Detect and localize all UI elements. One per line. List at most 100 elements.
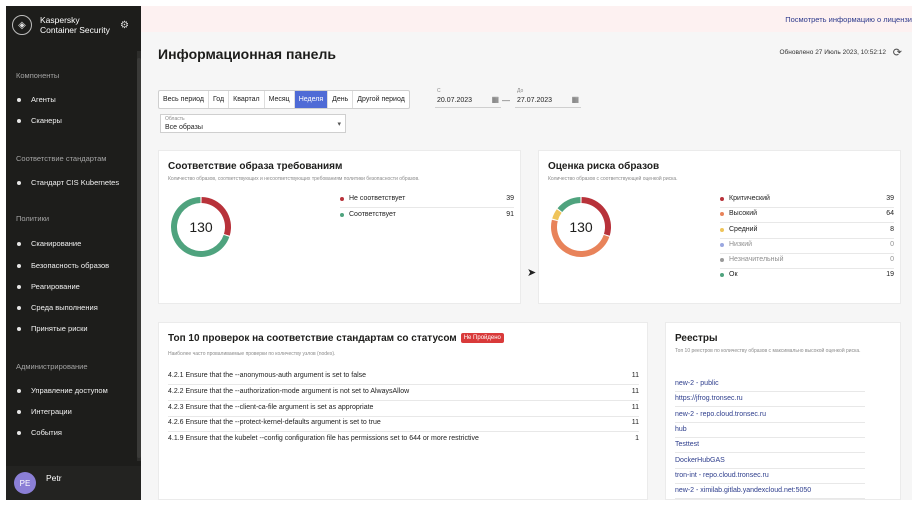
registries-subtitle: Топ 10 реестров по количеству образов с … [675,348,861,354]
registries-card: Реестры Топ 10 реестров по количеству об… [665,322,901,500]
registry-link[interactable]: new-2 - ximilab.gitlab.yandexcloud.net:5… [675,487,865,494]
brand[interactable]: ◈ Kaspersky Container Security ⚙ [6,6,141,44]
bullet-icon [17,409,21,414]
divider [168,384,639,385]
date-to-label: До [517,88,524,94]
check-text: 4.2.1 Ensure that the --anonymous-auth a… [168,372,367,379]
date-separator: — [502,96,510,105]
brand-name: Kaspersky Container Security [40,15,114,35]
donut-segment [552,209,562,221]
bullet-icon [17,430,21,435]
legend-value: 8 [890,226,894,233]
period-day[interactable]: День [328,91,354,108]
legend-value: 0 [890,256,894,263]
settings-icon[interactable]: ⚙ [120,20,129,31]
risk-card: Оценка риска образов Количество образов … [538,150,901,304]
legend-label: Ок [729,271,738,278]
sidebar-item-response[interactable]: Реагирование [17,282,80,291]
legend-label: Соответствует [349,211,396,218]
user-profile[interactable]: PE Petr [6,466,141,500]
dot-icon [720,211,724,216]
registry-link[interactable]: tron-int - repo.cloud.tronsec.ru [675,472,865,479]
period-all[interactable]: Весь период [159,91,209,108]
mouse-cursor-icon: ➤ [527,267,537,279]
period-custom[interactable]: Другой период [353,91,409,108]
legend-label: Незначительный [729,256,784,263]
registry-link[interactable]: https://jfrog.tronsec.ru [675,395,865,402]
dot-icon [720,242,724,247]
registry-link[interactable]: new-2 - repo.cloud.tronsec.ru [675,411,865,418]
license-banner: Посмотреть информацию о лицензи [141,6,912,32]
bullet-icon [17,263,21,268]
scope-select[interactable]: Область Все образы ▾ [160,114,346,133]
dot-icon [720,257,724,262]
refresh-icon[interactable]: ⟳ [893,46,902,59]
sidebar-item-integrations[interactable]: Интеграции [17,407,72,416]
brand-line2: Container Security [40,25,110,35]
registry-link[interactable]: DockerHubGAS [675,457,865,464]
legend-value: 91 [506,211,514,218]
sidebar-item-accepted-risks[interactable]: Принятые риски [17,324,88,333]
calendar-icon[interactable]: ▦ [571,95,579,104]
check-count: 11 [631,404,639,411]
legend-label: Критический [729,195,770,202]
sidebar-item-label: Сканирование [31,239,82,248]
sidebar-item-agents[interactable]: Агенты [17,95,56,104]
risk-legend-row: Средний 8 [720,226,894,233]
table-row[interactable]: 4.2.3 Ensure that the --client-ca-file a… [168,404,639,411]
license-link[interactable]: Посмотреть информацию о лицензи [785,15,912,24]
risk-legend-row: Низкий 0 [720,241,894,248]
table-row[interactable]: 4.2.6 Ensure that the --protect-kernel-d… [168,419,639,426]
check-text: 4.2.2 Ensure that the --authorization-mo… [168,388,410,395]
divider [720,222,894,223]
section-title-policies: Политики [16,214,50,223]
bullet-icon [17,241,21,246]
date-from-field[interactable]: С 20.07.2023 ▦ [435,88,501,108]
risk-legend-row: Незначительный 0 [720,256,894,263]
registry-link[interactable]: hub [675,426,865,433]
sidebar-item-cis[interactable]: Стандарт CIS Kubernetes [17,178,119,187]
risk-subtitle: Количество образов с соответствующей оце… [548,176,678,182]
calendar-icon[interactable]: ▦ [491,95,499,104]
donut-segment [557,197,581,213]
scope-value: Все образы [165,124,203,131]
main-content: Посмотреть информацию о лицензи Информац… [141,6,912,500]
sidebar-item-label: Безопасность образов [31,261,110,270]
period-quarter[interactable]: Квартал [229,91,265,108]
sidebar-item-label: Агенты [31,95,56,104]
registry-link[interactable]: new-2 - public [675,380,865,387]
check-text: 4.2.6 Ensure that the --protect-kernel-d… [168,419,381,426]
period-year[interactable]: Год [209,91,230,108]
divider [675,452,865,454]
period-week[interactable]: Неделя [294,91,329,108]
sidebar-item-label: Управление доступом [31,386,108,395]
sidebar-item-label: Среда выполнения [31,303,98,312]
compliance-donut-chart: 130 [171,197,231,257]
registry-link[interactable]: Testtest [675,441,865,448]
divider [675,421,865,423]
section-title-admin: Администрирование [16,362,88,371]
table-row[interactable]: 4.1.9 Ensure that the kubelet --config c… [168,435,639,442]
divider [168,400,639,401]
table-row[interactable]: 4.2.2 Ensure that the --authorization-mo… [168,388,639,395]
sidebar-item-label: Реагирование [31,282,80,291]
sidebar-item-scanning[interactable]: Сканирование [17,239,81,248]
sidebar-item-scanners[interactable]: Сканеры [17,116,62,125]
sidebar-item-image-security[interactable]: Безопасность образов [17,261,109,270]
sidebar-item-events[interactable]: События [17,428,62,437]
bullet-icon [17,305,21,310]
sidebar-item-runtime[interactable]: Среда выполнения [17,303,98,312]
legend-label: Низкий [729,241,753,248]
legend-value: 19 [886,271,894,278]
page-title: Информационная панель [158,46,336,62]
user-name: Petr [46,473,62,483]
risk-total: 130 [569,219,593,235]
bullet-icon [17,326,21,331]
checks-title-text: Топ 10 проверок на соответствие стандарт… [168,333,457,344]
divider [720,253,894,254]
dot-icon [720,196,724,201]
sidebar-item-access[interactable]: Управление доступом [17,386,108,395]
date-to-field[interactable]: До 27.07.2023 ▦ [515,88,581,108]
period-month[interactable]: Месяц [265,91,295,108]
table-row[interactable]: 4.2.1 Ensure that the --anonymous-auth a… [168,372,639,379]
